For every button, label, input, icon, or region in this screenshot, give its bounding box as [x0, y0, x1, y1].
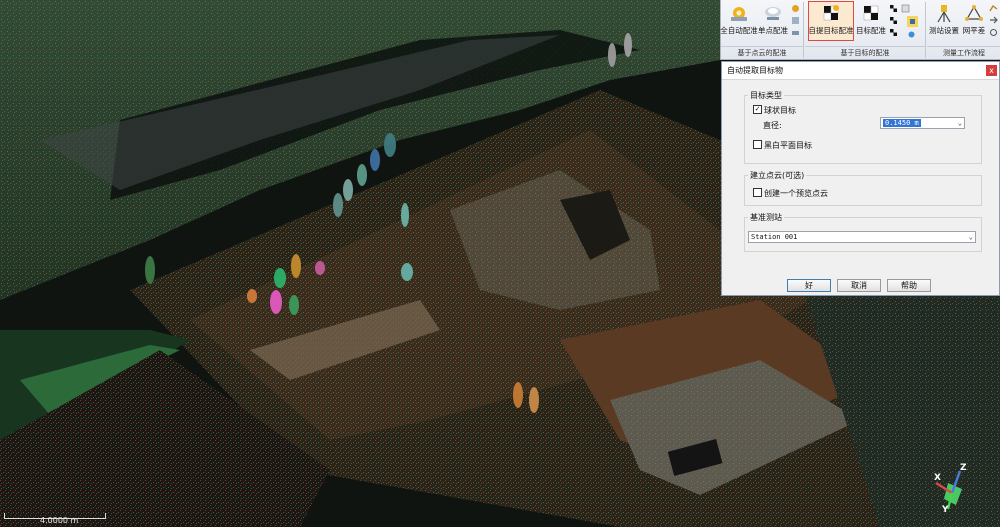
- auto-extract-targets-dialog: 自动提取目标物 x 目标类型 ✓ 球状目标 直径: 0.1450 m ⌄ 黑白平面…: [721, 61, 1000, 296]
- single-point-register-label: 单点配准: [758, 26, 788, 35]
- target-register-button[interactable]: 目标配准: [855, 2, 887, 40]
- ok-button[interactable]: 好: [787, 279, 831, 292]
- axis-z-label: Z: [960, 463, 967, 473]
- station-setup-button[interactable]: 测站设置: [929, 2, 959, 40]
- cloud-small-icon-2[interactable]: [791, 16, 800, 25]
- axis-y-label: Y: [942, 505, 949, 515]
- target-tool-icon-4[interactable]: [901, 4, 910, 13]
- single-point-register-icon: [765, 7, 781, 20]
- diameter-input[interactable]: 0.1450 m ⌄: [880, 117, 965, 129]
- help-button[interactable]: 帮助: [887, 279, 931, 292]
- base-station-select[interactable]: Station 001 ⌄: [748, 231, 976, 243]
- network-adjustment-button[interactable]: 网平差: [961, 2, 987, 40]
- chevron-down-icon[interactable]: ⌄: [969, 232, 973, 242]
- base-station-legend: 基准测站: [750, 213, 782, 222]
- target-tool-icon-1[interactable]: [889, 4, 898, 13]
- sphere-target-checkbox[interactable]: ✓ 球状目标: [753, 105, 796, 116]
- checker-target-label: 黑白平面目标: [764, 141, 812, 150]
- ribbon-group-target-based: 基于目标的配准: [805, 46, 925, 59]
- preview-cloud-label: 创建一个预览点云: [764, 189, 828, 198]
- target-extract-register-label: 自提目标配准: [808, 26, 854, 35]
- preview-cloud-checkbox[interactable]: 创建一个预览点云: [753, 188, 828, 199]
- target-type-legend: 目标类型: [750, 91, 782, 100]
- station-setup-label: 测站设置: [929, 26, 959, 35]
- ribbon-toolbar: 全自动配准 单点配准 自提目标配准 目标配准 测站设置 网平差 基于点云的配准 …: [720, 0, 1000, 60]
- workflow-small-icon-2[interactable]: [989, 16, 998, 25]
- diameter-value: 0.1450 m: [883, 119, 921, 127]
- station-setup-icon: [937, 5, 951, 23]
- target-tool-icon-2[interactable]: [889, 16, 898, 25]
- cloud-small-icon[interactable]: [791, 4, 800, 13]
- axis-x-label: X: [934, 473, 941, 483]
- sphere-target-label: 球状目标: [764, 106, 796, 115]
- network-adjustment-label: 网平差: [962, 26, 986, 35]
- auto-register-label: 全自动配准: [720, 26, 758, 35]
- single-point-register-button[interactable]: 单点配准: [757, 2, 789, 40]
- target-register-icon: [863, 5, 879, 21]
- target-tool-icon-6[interactable]: [907, 30, 916, 39]
- target-extract-register-icon: [823, 5, 839, 21]
- target-register-label: 目标配准: [856, 26, 886, 35]
- checkbox-unchecked-icon: [753, 140, 762, 149]
- base-station-value: Station 001: [751, 233, 798, 241]
- build-cloud-legend: 建立点云(可选): [750, 171, 805, 180]
- cancel-button[interactable]: 取消: [837, 279, 881, 292]
- axis-gizmo: Z X Y: [930, 463, 970, 518]
- checker-target-checkbox[interactable]: 黑白平面目标: [753, 140, 812, 151]
- ribbon-group-workflow: 测量工作流程: [927, 46, 1000, 59]
- scale-bar: 4.0000 m: [4, 510, 106, 525]
- target-tool-icon-3[interactable]: [889, 28, 898, 37]
- close-button[interactable]: x: [986, 65, 997, 76]
- checkbox-checked-icon: ✓: [753, 105, 762, 114]
- auto-register-button[interactable]: 全自动配准: [720, 2, 758, 40]
- workflow-small-icon-3[interactable]: [989, 28, 998, 37]
- network-adjustment-icon: [965, 5, 983, 21]
- chevron-down-icon[interactable]: ⌄: [958, 118, 962, 128]
- target-extract-register-button[interactable]: 自提目标配准: [808, 1, 854, 41]
- diameter-label: 直径:: [763, 121, 782, 130]
- cloud-small-icon-3[interactable]: [791, 28, 800, 37]
- ribbon-group-cloud-based: 基于点云的配准: [721, 46, 803, 59]
- checkbox-unchecked-icon: [753, 188, 762, 197]
- scale-bar-label: 4.0000 m: [40, 516, 79, 525]
- workflow-small-icon-1[interactable]: [989, 4, 998, 13]
- auto-register-icon: [731, 7, 747, 21]
- target-tool-icon-5[interactable]: [907, 16, 918, 27]
- dialog-title: 自动提取目标物: [722, 62, 999, 80]
